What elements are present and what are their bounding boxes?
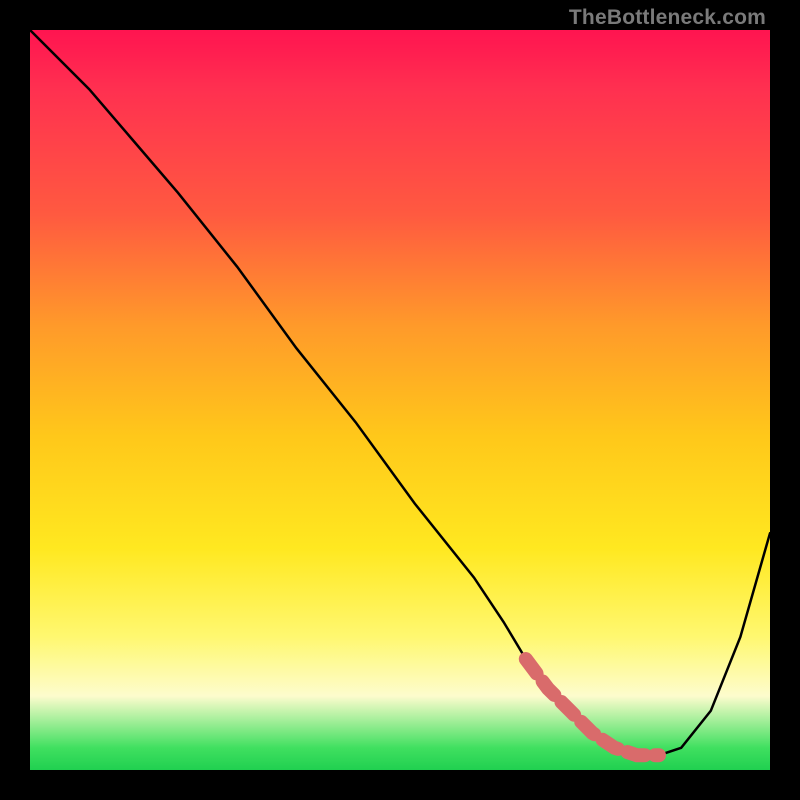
bottleneck-curve-line <box>30 30 770 755</box>
optimal-range-highlight <box>526 659 659 755</box>
watermark-text: TheBottleneck.com <box>569 6 766 30</box>
chart-svg <box>30 30 770 770</box>
